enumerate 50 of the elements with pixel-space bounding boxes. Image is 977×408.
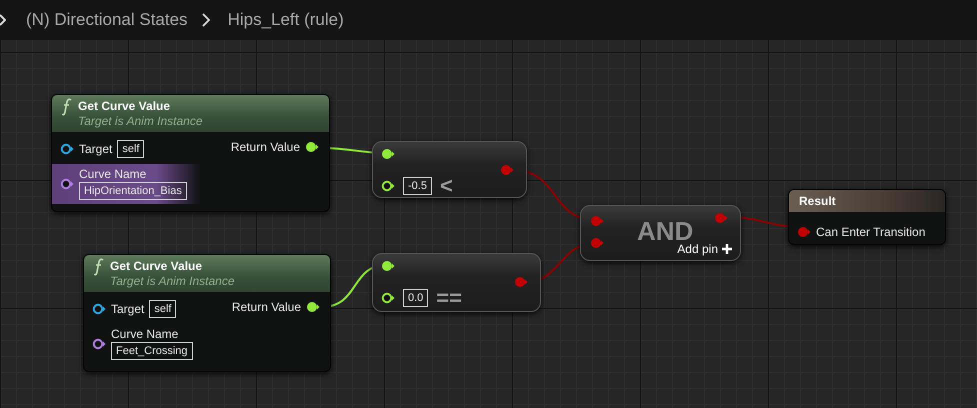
float-pin-icon[interactable] xyxy=(381,260,395,272)
value-field[interactable]: -0.5 xyxy=(403,177,432,195)
object-pin-icon[interactable] xyxy=(92,303,106,315)
value-field[interactable]: self xyxy=(149,300,176,318)
breadcrumb-item[interactable]: Hips_Left (rule) xyxy=(228,10,344,30)
function-node[interactable]: Get Curve Value Target is Anim Instance Target self Curve Name Feet_Crossing Return Value xyxy=(83,254,331,372)
chevron-icon xyxy=(0,13,6,27)
value-field[interactable]: 0.0 xyxy=(403,289,428,307)
bool-pin-icon[interactable] xyxy=(590,215,604,227)
pin-label: Return Value xyxy=(232,300,301,314)
pin-label: Target xyxy=(111,302,144,316)
value-field[interactable]: self xyxy=(117,140,144,158)
name-pin-icon[interactable] xyxy=(92,338,106,350)
pin-label: Curve Name xyxy=(79,167,148,181)
node-title: Get Curve Value xyxy=(110,258,204,274)
pin-label: Curve Name xyxy=(111,327,180,341)
float-pin-icon[interactable] xyxy=(306,301,320,313)
value-field[interactable]: Feet_Crossing xyxy=(111,342,193,360)
function-icon xyxy=(94,258,104,276)
float-pin-icon[interactable] xyxy=(381,180,395,192)
node-subtitle: Target is Anim Instance xyxy=(78,114,203,129)
float-pin-icon[interactable] xyxy=(381,148,395,160)
add-pin-button[interactable]: Add pin xyxy=(677,242,732,256)
operator-symbol: < xyxy=(440,173,453,197)
bool-pin-icon[interactable] xyxy=(590,237,604,249)
operator-symbol: == xyxy=(436,285,462,311)
bool-pin-icon[interactable] xyxy=(797,226,811,238)
pin-label: Target xyxy=(79,142,112,156)
node-title: Result xyxy=(799,193,836,209)
object-pin-icon[interactable] xyxy=(60,143,74,155)
operator-node[interactable]: -0.5 < xyxy=(372,141,527,198)
chevron-icon xyxy=(202,13,210,27)
bool-pin-icon[interactable] xyxy=(514,276,528,288)
value-field[interactable]: HipOrientation_Bias xyxy=(79,182,187,200)
result-node[interactable]: Result Can Enter Transition xyxy=(788,189,946,245)
bool-pin-icon[interactable] xyxy=(500,164,514,176)
pin-label: Can Enter Transition xyxy=(816,224,926,238)
function-icon xyxy=(62,98,72,116)
breadcrumb-item[interactable]: (N) Directional States xyxy=(26,10,188,30)
node-title: Get Curve Value xyxy=(78,98,172,114)
operator-node[interactable]: 0.0 == xyxy=(372,253,541,312)
plus-icon xyxy=(722,244,732,254)
bool-pin-icon[interactable] xyxy=(714,212,728,224)
node-subtitle: Target is Anim Instance xyxy=(110,274,235,289)
float-pin-icon[interactable] xyxy=(381,292,395,304)
function-node[interactable]: Get Curve Value Target is Anim Instance Target self Curve Name HipOrientation_Bias Return Value xyxy=(51,94,330,212)
float-pin-icon[interactable] xyxy=(305,141,319,153)
and-node[interactable]: AND Add pin xyxy=(580,205,741,261)
pin-label: Return Value xyxy=(230,140,300,154)
name-pin-icon[interactable] xyxy=(60,178,74,190)
